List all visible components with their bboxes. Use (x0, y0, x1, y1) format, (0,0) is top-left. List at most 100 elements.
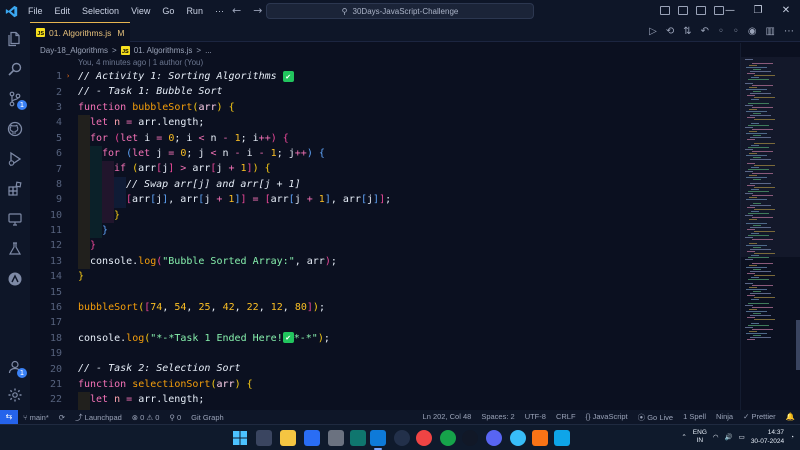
go-live-icon[interactable]: ◉ (748, 26, 757, 38)
indentation[interactable]: Spaces: 2 (476, 412, 519, 423)
menu-go[interactable]: Go (156, 0, 180, 22)
extensions-icon[interactable] (6, 180, 24, 198)
fold-marker-icon[interactable]: › (66, 73, 71, 80)
code-line[interactable]: 7 if (arr[j] > arr[j + 1]) { (30, 161, 740, 177)
code-line[interactable]: 18 console.log("*-*Task 1 Ended Here! ✔ *-*… (30, 331, 740, 346)
sync-icon[interactable]: ⟳ (54, 413, 70, 422)
brave-icon[interactable] (532, 430, 548, 446)
run-file-icon[interactable]: ▷ (649, 26, 657, 38)
app-icon-4[interactable] (416, 430, 432, 446)
prettier-indicator[interactable]: ✓ Prettier (738, 412, 781, 423)
ports-indicator[interactable]: ⚲ 0 (164, 413, 186, 422)
source-control-icon[interactable]: 1 (6, 90, 27, 110)
toggle-sidebar-icon[interactable] (660, 6, 670, 15)
edge-icon[interactable] (510, 430, 526, 446)
code-line[interactable]: 16 bubbleSort([74, 54, 25, 42, 22, 12, 80… (30, 300, 740, 315)
code-line[interactable]: 20 // - Task 2: Selection Sort (30, 361, 740, 376)
menu-file[interactable]: File (22, 0, 49, 22)
vertical-scrollbar[interactable] (796, 320, 800, 370)
code-line[interactable]: 21 function selectionSort(arr) { (30, 377, 740, 392)
notification-center-icon[interactable]: ◔ (790, 434, 794, 441)
restore-button[interactable]: ❐ (744, 0, 772, 22)
close-window-button[interactable]: ✕ (772, 0, 800, 22)
command-center-search[interactable]: ⚲ 30Days-JavaScript-Challenge (266, 3, 534, 19)
code-line[interactable]: 19 (30, 346, 740, 361)
search-icon[interactable] (6, 60, 24, 78)
remote-explorer-icon[interactable] (6, 210, 24, 228)
tab-algorithms-js[interactable]: JS 01. Algorithms.js M (30, 22, 130, 42)
menu-run[interactable]: Run (180, 0, 209, 22)
forward-arrow-icon[interactable]: → (253, 4, 262, 17)
chrome-icon[interactable] (394, 430, 410, 446)
code-line[interactable]: 11} (30, 222, 740, 239)
github-icon[interactable] (6, 120, 24, 138)
language-indicator[interactable]: ENG IN (693, 429, 707, 445)
code-line[interactable]: 8 // Swap arr[j] and arr[j + 1] (30, 176, 740, 193)
line-ending[interactable]: CRLF (551, 412, 581, 423)
testing-icon[interactable] (6, 240, 24, 258)
open-changes-icon[interactable]: ⇅ (683, 26, 691, 38)
git-branch[interactable]: ⑂ main* (18, 413, 54, 422)
launchpad[interactable]: ⤴ Launchpad (70, 412, 127, 423)
vscode-taskbar-icon[interactable] (370, 430, 386, 446)
app-icon-6[interactable] (554, 430, 570, 446)
ninja-indicator[interactable]: Ninja (711, 412, 738, 423)
timeline-icon[interactable]: ⟲ (666, 26, 674, 38)
cursor-position[interactable]: Ln 202, Col 48 (418, 412, 477, 423)
code-line[interactable]: 3 function bubbleSort(arr) { (30, 100, 740, 115)
split-editor-icon[interactable]: ▥ (766, 26, 775, 38)
menu-view[interactable]: View (125, 0, 156, 22)
task-view-icon[interactable] (256, 430, 272, 446)
breadcrumb-more[interactable]: ... (205, 46, 212, 55)
revert-icon[interactable]: ↶ (701, 26, 709, 38)
menu-more[interactable]: ··· (209, 0, 230, 22)
git-blame-annotation[interactable]: You, 4 minutes ago | 1 author (You) (78, 58, 203, 67)
app-icon-2[interactable] (328, 430, 344, 446)
next-change-icon[interactable]: ◦ (733, 26, 739, 38)
breadcrumb-file[interactable]: 01. Algorithms.js (134, 46, 193, 55)
code-line[interactable]: 13 console.log("Bubble Sorted Array:", ar… (30, 253, 740, 270)
code-line[interactable]: 4 let n = arr.length; (30, 115, 740, 131)
discord-icon[interactable] (486, 430, 502, 446)
code-line[interactable]: 22 let n = arr.length; (30, 392, 740, 408)
toggle-secondary-sidebar-icon[interactable] (696, 6, 706, 15)
spell-checker[interactable]: 1 Spell (678, 412, 711, 423)
battery-icon[interactable]: ▭ (739, 433, 745, 441)
code-line[interactable]: 5 for (let i = 0; i < n - 1; i++) { (30, 130, 740, 146)
tray-chevron-icon[interactable]: ⌃ (681, 433, 686, 441)
previous-change-icon[interactable]: ◦ (718, 26, 724, 38)
file-explorer-icon[interactable] (280, 430, 296, 446)
problems-indicator[interactable]: ⊗ 0 ⚠ 0 (127, 413, 165, 422)
run-debug-icon[interactable] (6, 150, 24, 168)
code-line[interactable]: 14} (30, 269, 740, 284)
code-line[interactable]: 10} (30, 207, 740, 223)
whatsapp-icon[interactable] (440, 430, 456, 446)
clock[interactable]: 14:37 30-07-2024 (751, 428, 784, 446)
code-line[interactable]: 1 › // Activity 1: Sorting Algorithms ✔ (30, 69, 740, 84)
remote-indicator-icon[interactable]: ⇆ (0, 410, 18, 424)
code-line[interactable]: 15 (30, 284, 740, 299)
git-graph-icon[interactable] (6, 270, 24, 288)
back-arrow-icon[interactable]: ← (232, 4, 241, 17)
code-line[interactable]: 9 [arr[j], arr[j + 1]] = [arr[j + 1], arr… (30, 192, 740, 208)
app-icon-3[interactable] (350, 430, 366, 446)
menu-selection[interactable]: Selection (76, 0, 125, 22)
breadcrumb-folder[interactable]: Day-18_Algorithms (40, 46, 108, 55)
language-mode[interactable]: {} JavaScript (581, 412, 633, 423)
wifi-icon[interactable]: ◠ (713, 433, 719, 441)
files-icon[interactable] (6, 30, 24, 48)
app-icon-5[interactable] (462, 430, 478, 446)
settings-icon[interactable] (6, 386, 24, 404)
code-editor[interactable]: You, 4 minutes ago | 1 author (You) 1 › //… (30, 57, 740, 410)
code-line[interactable]: 12} (30, 238, 740, 254)
volume-icon[interactable]: 🔊 (725, 433, 733, 441)
toggle-panel-icon[interactable] (678, 6, 688, 15)
account-icon[interactable]: 1 (6, 358, 27, 378)
code-line[interactable]: 2 // - Task 1: Bubble Sort (30, 84, 740, 99)
notifications-icon[interactable]: 🔔 (781, 412, 800, 423)
go-live-button[interactable]: ⦿ Go Live (633, 412, 678, 423)
minimap[interactable] (740, 43, 800, 410)
windows-start-icon[interactable] (232, 430, 248, 446)
app-icon-1[interactable] (304, 430, 320, 446)
code-line[interactable]: 17 (30, 315, 740, 330)
